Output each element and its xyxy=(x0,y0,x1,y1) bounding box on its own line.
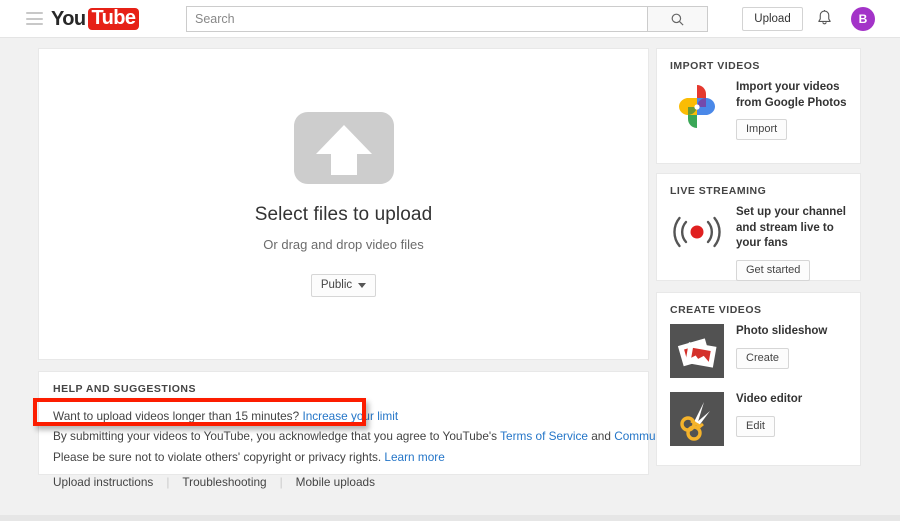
live-broadcast-icon xyxy=(670,205,724,259)
search-input[interactable] xyxy=(186,6,647,32)
logo-tube-text: Tube xyxy=(88,8,140,31)
upload-instructions-link[interactable]: Upload instructions xyxy=(53,475,153,489)
search-icon xyxy=(670,12,685,27)
terms-line: By submitting your videos to YouTube, yo… xyxy=(53,427,634,445)
mobile-uploads-link[interactable]: Mobile uploads xyxy=(296,475,375,489)
terms-prefix-text: By submitting your videos to YouTube, yo… xyxy=(53,429,500,443)
edit-video-button[interactable]: Edit xyxy=(736,416,775,437)
upload-arrow-icon[interactable] xyxy=(294,112,394,184)
copyright-text: Please be sure not to violate others' co… xyxy=(53,450,384,464)
divider: | xyxy=(280,475,283,489)
youtube-upload-page: You Tube Upload B xyxy=(0,0,900,521)
privacy-select-public[interactable]: Public xyxy=(311,274,376,297)
copyright-line: Please be sure not to violate others' co… xyxy=(53,448,634,466)
terms-of-service-link[interactable]: Terms of Service xyxy=(500,429,588,443)
photo-slideshow-icon xyxy=(670,324,724,378)
youtube-logo[interactable]: You Tube xyxy=(51,7,139,31)
top-header-bar: You Tube Upload B xyxy=(0,0,900,38)
photo-slideshow-text: Photo slideshow xyxy=(736,324,827,340)
search-bar xyxy=(186,6,708,32)
notifications-bell-icon[interactable] xyxy=(816,9,833,33)
live-streaming-title: LIVE STREAMING xyxy=(670,185,847,197)
video-editor-text: Video editor xyxy=(736,392,802,408)
live-streaming-card: LIVE STREAMING Set up your channel and s… xyxy=(656,173,861,281)
import-videos-text: Import your videos from Google Photos xyxy=(736,80,847,111)
upload-limit-text: Want to upload videos longer than 15 min… xyxy=(53,409,302,423)
scissors-video-editor-icon xyxy=(670,392,724,446)
upload-limit-line: Want to upload videos longer than 15 min… xyxy=(53,407,634,425)
google-photos-icon xyxy=(670,80,724,134)
chevron-down-icon xyxy=(358,283,366,288)
user-avatar[interactable]: B xyxy=(851,7,875,31)
help-section-title: HELP AND SUGGESTIONS xyxy=(53,383,634,395)
live-streaming-text: Set up your channel and stream live to y… xyxy=(736,205,847,252)
increase-your-limit-link[interactable]: Increase your limit xyxy=(302,409,398,423)
learn-more-link[interactable]: Learn more xyxy=(384,450,444,464)
help-links-row: Upload instructions | Troubleshooting | … xyxy=(53,475,634,489)
select-files-title[interactable]: Select files to upload xyxy=(255,204,433,226)
upload-button[interactable]: Upload xyxy=(742,7,803,31)
divider: | xyxy=(166,475,169,489)
privacy-value: Public xyxy=(321,279,352,291)
create-slideshow-button[interactable]: Create xyxy=(736,348,789,369)
upload-dropzone-card[interactable]: Select files to upload Or drag and drop … xyxy=(38,48,649,360)
terms-mid-text: and xyxy=(588,429,614,443)
page-footer-strip xyxy=(0,515,900,521)
import-videos-card: IMPORT VIDEOS Import your videos from Go… xyxy=(656,48,861,164)
create-videos-title: CREATE VIDEOS xyxy=(670,304,847,316)
search-button[interactable] xyxy=(647,6,708,32)
hamburger-menu-icon[interactable] xyxy=(26,12,43,25)
drag-drop-subtitle: Or drag and drop video files xyxy=(263,237,423,252)
import-videos-title: IMPORT VIDEOS xyxy=(670,60,847,72)
create-videos-card: CREATE VIDEOS Photo slideshow Create xyxy=(656,292,861,466)
import-button[interactable]: Import xyxy=(736,119,787,140)
get-started-button[interactable]: Get started xyxy=(736,260,810,281)
logo-you-text: You xyxy=(51,9,86,29)
troubleshooting-link[interactable]: Troubleshooting xyxy=(182,475,266,489)
help-and-suggestions-card: HELP AND SUGGESTIONS Want to upload vide… xyxy=(38,371,649,475)
